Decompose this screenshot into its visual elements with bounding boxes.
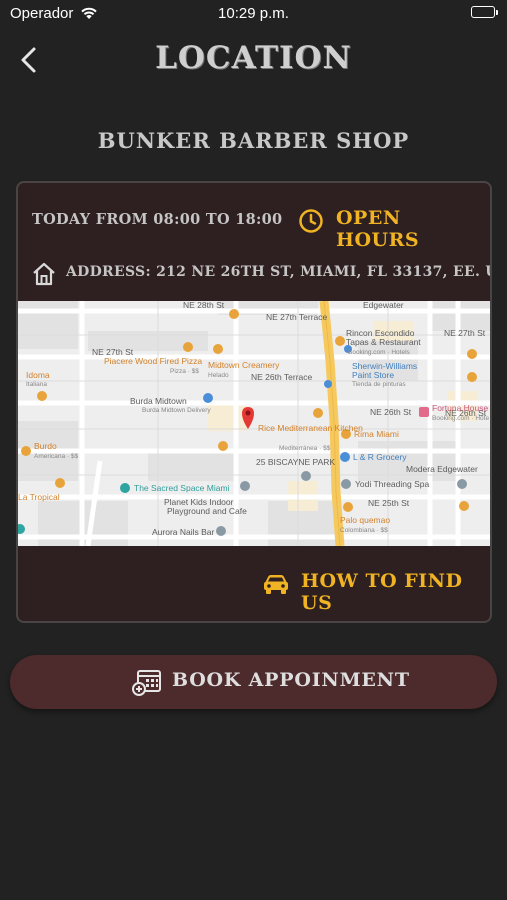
map-street-label: NE 25th St bbox=[368, 498, 410, 508]
map-place-label: Rice Mediterranean Kitchen bbox=[258, 423, 363, 433]
map-street-label: NE 27th St bbox=[444, 328, 486, 338]
map-place-label: Burda Midtown bbox=[130, 396, 187, 406]
home-icon bbox=[30, 260, 58, 292]
map-place-label: The Sacred Space Miami bbox=[134, 483, 230, 493]
map-place-label: Tienda de pinturas bbox=[352, 381, 406, 388]
clock-icon[interactable] bbox=[298, 208, 324, 238]
location-card: TODAY FROM 08:00 TO 18:00 OPEN HOURS ADD… bbox=[16, 181, 492, 623]
map-place-label: Midtown Creamery bbox=[208, 360, 280, 370]
map-view[interactable]: NE 28th St NE 27th Terrace NE 27th St NE… bbox=[18, 301, 490, 546]
map-place-label: Fortuna House bbox=[432, 403, 489, 413]
map-place-label: Playground and Cafe bbox=[167, 506, 247, 516]
map-place-label: Rima Miami bbox=[354, 429, 399, 439]
map-street-label: NE 28th St bbox=[183, 301, 225, 310]
map-place-label: Aurora Nails Bar bbox=[152, 527, 215, 537]
map-place-label: Pizza · $$ bbox=[170, 368, 199, 375]
map-place-label: Idoma bbox=[26, 370, 50, 380]
calendar-add-icon bbox=[132, 668, 162, 700]
map-place-label: La Tropical bbox=[18, 492, 60, 502]
open-hours-button[interactable]: OPEN HOURS bbox=[336, 207, 490, 251]
how-to-find-us-button[interactable]: HOW TO FIND US bbox=[301, 570, 490, 614]
map-place-label: Helado bbox=[208, 372, 229, 379]
hours-text: TODAY FROM 08:00 TO 18:00 bbox=[32, 211, 283, 228]
map-place-label: Yodi Threading Spa bbox=[355, 479, 430, 489]
map-place-label: Booking.com · Hote bbox=[432, 415, 490, 422]
map-place-label: Burda Midtown Delivery bbox=[142, 407, 211, 414]
page-title: LOCATION bbox=[155, 40, 352, 76]
book-appointment-button[interactable]: BOOK APPOINMENT bbox=[10, 655, 497, 709]
map-place-label: Piacere Wood Fired Pizza bbox=[104, 356, 203, 366]
map-place-label: Booking.com · Hotels bbox=[348, 349, 410, 356]
map-street-label: Edgewater bbox=[363, 301, 404, 310]
map-street-label: NE 26th St bbox=[370, 407, 412, 417]
book-appointment-label: BOOK APPOINMENT bbox=[172, 669, 410, 691]
map-place-label: 25 BISCAYNE PARK bbox=[256, 457, 336, 467]
address-text: ADDRESS: 212 NE 26TH ST, MIAMI, FL 33137… bbox=[66, 264, 492, 280]
map-place-label: Modera Edgewater bbox=[406, 464, 478, 474]
car-icon[interactable] bbox=[262, 573, 290, 599]
status-bar: Operador 10:29 p.m. bbox=[0, 0, 507, 28]
map-place-label: Colombiana · $$ bbox=[340, 527, 388, 534]
map-place-label: Palo quemao bbox=[340, 515, 391, 525]
map-place-label: Italiana bbox=[26, 381, 47, 388]
map-place-label: Burdo bbox=[34, 441, 57, 451]
map-place-label: Americana · $$ bbox=[34, 453, 79, 460]
map-place-label: Tapas & Restaurant bbox=[346, 337, 421, 347]
map-street-label: NE 26th Terrace bbox=[251, 372, 313, 382]
shop-name: BUNKER BARBER SHOP bbox=[97, 128, 410, 153]
map-street-label: NE 27th Terrace bbox=[266, 312, 328, 322]
status-time: 10:29 p.m. bbox=[218, 5, 289, 22]
map-place-label: Paint Store bbox=[352, 370, 395, 380]
map-place-label: L & R Grocery bbox=[353, 452, 407, 462]
battery-icon bbox=[471, 6, 498, 18]
map-place-label: Mediterránea · $$ bbox=[279, 445, 331, 452]
